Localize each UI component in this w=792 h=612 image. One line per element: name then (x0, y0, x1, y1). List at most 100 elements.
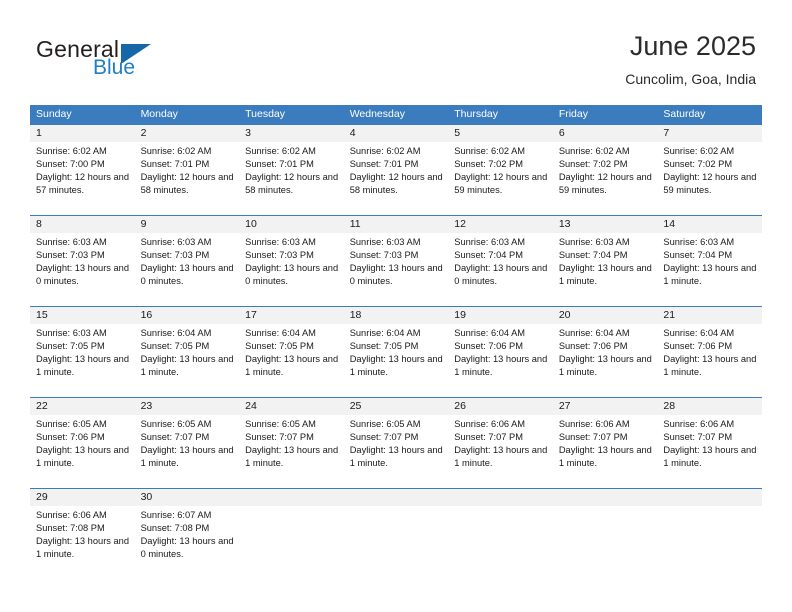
day-cell[interactable]: Sunrise: 6:05 AM Sunset: 7:06 PM Dayligh… (30, 415, 135, 479)
day-cell-empty (448, 506, 553, 570)
sunrise-text: Sunrise: 6:03 AM (245, 237, 316, 247)
day-cell[interactable]: Sunrise: 6:04 AM Sunset: 7:06 PM Dayligh… (448, 324, 553, 388)
day-number[interactable]: 21 (657, 307, 762, 324)
sunrise-text: Sunrise: 6:03 AM (140, 237, 212, 247)
day-cell[interactable]: Sunrise: 6:04 AM Sunset: 7:05 PM Dayligh… (344, 324, 449, 388)
daylight-text: Daylight: 12 hours and 58 minutes. (245, 172, 339, 196)
day-cell[interactable]: Sunrise: 6:05 AM Sunset: 7:07 PM Dayligh… (239, 415, 344, 479)
day-cell[interactable]: Sunrise: 6:03 AM Sunset: 7:03 PM Dayligh… (30, 233, 135, 297)
weekday-header-sunday: Sunday (36, 108, 72, 120)
sunrise-text: Sunrise: 6:03 AM (349, 237, 421, 247)
day-cell[interactable]: Sunrise: 6:06 AM Sunset: 7:07 PM Dayligh… (448, 415, 553, 479)
day-number[interactable]: 6 (553, 125, 658, 142)
day-cell[interactable]: Sunrise: 6:02 AM Sunset: 7:01 PM Dayligh… (135, 142, 240, 206)
sunset-text: Sunset: 7:03 PM (349, 250, 419, 261)
day-cell[interactable]: Sunrise: 6:03 AM Sunset: 7:04 PM Dayligh… (657, 233, 762, 297)
day-cell-empty (657, 506, 762, 570)
day-number[interactable]: 26 (448, 398, 553, 415)
daylight-text: Daylight: 13 hours and 1 minute. (245, 445, 339, 469)
day-number[interactable]: 27 (553, 398, 658, 415)
day-cell[interactable]: Sunrise: 6:04 AM Sunset: 7:06 PM Dayligh… (553, 324, 658, 388)
day-number[interactable]: 9 (135, 216, 240, 233)
day-number[interactable]: 2 (135, 125, 240, 142)
day-number[interactable]: 29 (30, 489, 135, 506)
daylight-text: Daylight: 13 hours and 1 minute. (663, 445, 757, 469)
sunset-text: Sunset: 7:06 PM (36, 432, 105, 443)
day-cell[interactable]: Sunrise: 6:03 AM Sunset: 7:03 PM Dayligh… (344, 233, 449, 297)
day-cell[interactable]: Sunrise: 6:02 AM Sunset: 7:02 PM Dayligh… (448, 142, 553, 206)
day-cell[interactable]: Sunrise: 6:03 AM Sunset: 7:04 PM Dayligh… (553, 233, 658, 297)
day-number[interactable]: 20 (553, 307, 658, 324)
sunrise-text: Sunrise: 6:02 AM (558, 146, 630, 156)
day-number[interactable]: 22 (30, 398, 135, 415)
day-number[interactable]: 24 (239, 398, 344, 415)
day-number[interactable]: 8 (30, 216, 135, 233)
daylight-text: Daylight: 13 hours and 1 minute. (245, 354, 339, 378)
day-number[interactable]: 7 (657, 125, 762, 142)
day-cell[interactable]: Sunrise: 6:04 AM Sunset: 7:06 PM Dayligh… (657, 324, 762, 388)
sunrise-text: Sunrise: 6:02 AM (454, 146, 526, 156)
day-number[interactable]: 12 (448, 216, 553, 233)
day-cell-empty (239, 506, 344, 570)
daylight-text: Daylight: 13 hours and 1 minute. (454, 354, 548, 378)
general-blue-logo[interactable]: General Blue (36, 36, 206, 86)
day-number[interactable]: 1 (30, 125, 135, 142)
weekday-header-thursday: Thursday (454, 108, 499, 120)
week-row: 8 9 10 11 12 13 14 Sunrise: 6:03 AM Suns… (30, 215, 762, 297)
day-number[interactable]: 25 (344, 398, 449, 415)
day-cell[interactable]: Sunrise: 6:03 AM Sunset: 7:03 PM Dayligh… (239, 233, 344, 297)
day-number[interactable]: 23 (135, 398, 240, 415)
daylight-text: Daylight: 12 hours and 59 minutes. (558, 172, 652, 196)
daylight-text: Daylight: 13 hours and 1 minute. (36, 354, 130, 378)
day-cell[interactable]: Sunrise: 6:04 AM Sunset: 7:05 PM Dayligh… (135, 324, 240, 388)
day-cell[interactable]: Sunrise: 6:02 AM Sunset: 7:02 PM Dayligh… (657, 142, 762, 206)
day-cell[interactable]: Sunrise: 6:03 AM Sunset: 7:03 PM Dayligh… (135, 233, 240, 297)
day-number[interactable]: 18 (344, 307, 449, 324)
day-cell[interactable]: Sunrise: 6:02 AM Sunset: 7:00 PM Dayligh… (30, 142, 135, 206)
sunrise-text: Sunrise: 6:06 AM (663, 419, 735, 429)
sunrise-text: Sunrise: 6:03 AM (454, 237, 526, 247)
day-number[interactable]: 30 (135, 489, 240, 506)
day-number[interactable]: 15 (30, 307, 135, 324)
day-number[interactable]: 14 (657, 216, 762, 233)
sunset-text: Sunset: 7:01 PM (140, 159, 210, 170)
day-number[interactable]: 28 (657, 398, 762, 415)
day-cell[interactable]: Sunrise: 6:06 AM Sunset: 7:07 PM Dayligh… (657, 415, 762, 479)
day-number[interactable]: 3 (239, 125, 344, 142)
weekday-header-saturday: Saturday (663, 108, 706, 120)
day-cell[interactable]: Sunrise: 6:03 AM Sunset: 7:04 PM Dayligh… (448, 233, 553, 297)
sunset-text: Sunset: 7:02 PM (454, 159, 523, 170)
day-number[interactable]: 17 (239, 307, 344, 324)
day-number[interactable]: 11 (344, 216, 449, 233)
sunset-text: Sunset: 7:00 PM (36, 159, 105, 170)
day-number[interactable]: 4 (344, 125, 449, 142)
weekday-header-row: Sunday Monday Tuesday Wednesday Thursday… (30, 105, 762, 124)
sunset-text: Sunset: 7:06 PM (663, 341, 733, 352)
day-cell[interactable]: Sunrise: 6:03 AM Sunset: 7:05 PM Dayligh… (30, 324, 135, 388)
day-number[interactable]: 5 (448, 125, 553, 142)
day-cell[interactable]: Sunrise: 6:02 AM Sunset: 7:01 PM Dayligh… (239, 142, 344, 206)
week-detail-band: Sunrise: 6:05 AM Sunset: 7:06 PM Dayligh… (30, 415, 762, 479)
day-cell[interactable]: Sunrise: 6:02 AM Sunset: 7:02 PM Dayligh… (553, 142, 658, 206)
day-cell[interactable]: Sunrise: 6:06 AM Sunset: 7:07 PM Dayligh… (553, 415, 658, 479)
day-cell[interactable]: Sunrise: 6:06 AM Sunset: 7:08 PM Dayligh… (30, 506, 135, 570)
day-number[interactable]: 16 (135, 307, 240, 324)
day-number-empty (239, 489, 344, 506)
day-cell[interactable]: Sunrise: 6:02 AM Sunset: 7:01 PM Dayligh… (344, 142, 449, 206)
daylight-text: Daylight: 13 hours and 1 minute. (349, 354, 443, 378)
daylight-text: Daylight: 13 hours and 0 minutes. (36, 263, 130, 287)
day-cell[interactable]: Sunrise: 6:05 AM Sunset: 7:07 PM Dayligh… (135, 415, 240, 479)
day-cell[interactable]: Sunrise: 6:05 AM Sunset: 7:07 PM Dayligh… (344, 415, 449, 479)
day-number[interactable]: 19 (448, 307, 553, 324)
daylight-text: Daylight: 13 hours and 0 minutes. (245, 263, 339, 287)
day-cell[interactable]: Sunrise: 6:07 AM Sunset: 7:08 PM Dayligh… (135, 506, 240, 570)
sunset-text: Sunset: 7:05 PM (36, 341, 105, 352)
sunrise-text: Sunrise: 6:04 AM (349, 328, 421, 338)
daylight-text: Daylight: 13 hours and 1 minute. (558, 263, 652, 287)
day-number[interactable]: 10 (239, 216, 344, 233)
sunrise-text: Sunrise: 6:03 AM (558, 237, 630, 247)
sunset-text: Sunset: 7:05 PM (349, 341, 419, 352)
day-number[interactable]: 13 (553, 216, 658, 233)
day-cell[interactable]: Sunrise: 6:04 AM Sunset: 7:05 PM Dayligh… (239, 324, 344, 388)
daylight-text: Daylight: 12 hours and 59 minutes. (454, 172, 548, 196)
